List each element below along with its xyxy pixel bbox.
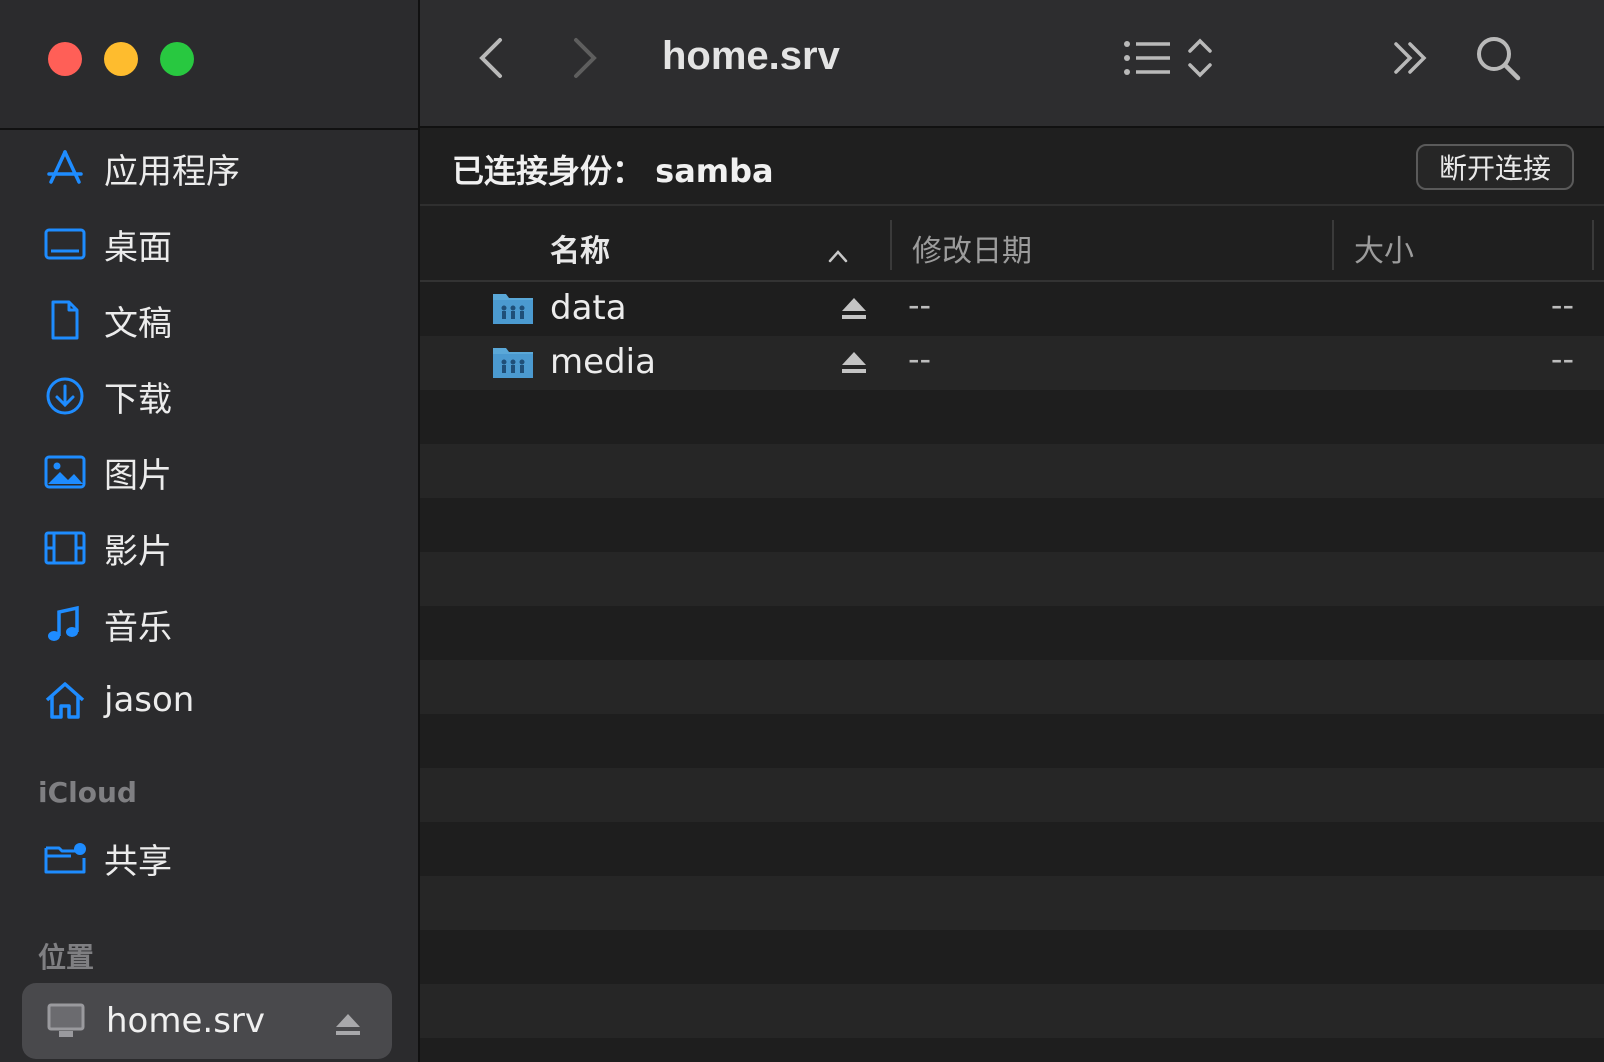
eject-icon[interactable] <box>334 1007 362 1035</box>
sidebar-item-label: 图片 <box>104 455 172 496</box>
empty-row <box>420 606 1604 660</box>
file-modified: -- <box>908 340 932 378</box>
column-modified[interactable]: 修改日期 <box>912 226 1032 270</box>
file-name: data <box>550 288 627 328</box>
sidebar-item-applications[interactable]: 应用程序 <box>0 130 420 206</box>
empty-row <box>420 498 1604 552</box>
search-icon <box>1477 37 1521 81</box>
column-divider[interactable] <box>1332 220 1334 270</box>
table-row[interactable]: data -- -- <box>420 282 1604 336</box>
empty-row <box>420 444 1604 498</box>
sidebar: 应用程序 桌面 文稿 下载 图片 影片 音乐 jason iCloud 共享 位… <box>0 0 420 1062</box>
file-name: media <box>550 342 656 382</box>
back-button[interactable] <box>472 36 512 80</box>
music-icon <box>42 601 88 647</box>
connection-bar: 已连接身份： samba 断开连接 <box>420 128 1604 206</box>
sidebar-item-desktop[interactable]: 桌面 <box>0 206 420 282</box>
more-toolbar-button[interactable] <box>1390 38 1430 78</box>
file-size: -- <box>1550 286 1574 324</box>
empty-row <box>420 876 1604 930</box>
sidebar-item-downloads[interactable]: 下载 <box>0 358 420 434</box>
home-icon <box>42 677 88 723</box>
empty-row <box>420 552 1604 606</box>
empty-row <box>420 822 1604 876</box>
main-pane: home.srv 已连接身份： samba 断开连接 名称 修改日期 大小 da… <box>420 0 1604 1062</box>
movies-icon <box>42 525 88 571</box>
applications-icon <box>42 145 88 191</box>
sidebar-item-home-srv[interactable]: home.srv <box>22 983 392 1059</box>
sidebar-item-shared[interactable]: 共享 <box>0 820 462 896</box>
connected-as-text: 已连接身份： samba <box>452 152 774 190</box>
icloud-section-label: iCloud <box>38 776 137 809</box>
sidebar-item-music[interactable]: 音乐 <box>0 586 420 662</box>
file-size: -- <box>1550 340 1574 378</box>
sidebar-item-label: 影片 <box>104 531 172 572</box>
minimize-window-button[interactable] <box>104 42 138 76</box>
empty-row <box>420 768 1604 822</box>
locations-section-label: 位置 <box>38 941 95 974</box>
chevron-right-icon <box>574 38 597 78</box>
column-name[interactable]: 名称 <box>550 226 610 270</box>
forward-button[interactable] <box>564 36 604 80</box>
sidebar-item-label: 音乐 <box>104 607 172 648</box>
search-button[interactable] <box>1474 34 1522 82</box>
zoom-window-button[interactable] <box>160 42 194 76</box>
desktop-icon <box>42 221 88 267</box>
eject-icon[interactable] <box>840 296 868 322</box>
column-divider[interactable] <box>1592 220 1594 270</box>
chevron-left-icon <box>479 38 502 78</box>
disconnect-button[interactable]: 断开连接 <box>1416 144 1574 190</box>
sort-ascending-icon[interactable] <box>828 236 848 263</box>
sidebar-item-home[interactable]: jason <box>0 662 420 738</box>
empty-row <box>420 714 1604 768</box>
list-view-icon <box>1124 38 1212 78</box>
close-window-button[interactable] <box>48 42 82 76</box>
chevron-double-right-icon <box>1394 42 1427 74</box>
sidebar-item-documents[interactable]: 文稿 <box>0 282 420 358</box>
sidebar-item-label: 桌面 <box>104 227 172 268</box>
file-modified: -- <box>908 286 932 324</box>
download-icon <box>42 373 88 419</box>
document-icon <box>42 297 88 343</box>
sidebar-item-label: jason <box>104 680 195 720</box>
empty-row <box>420 390 1604 444</box>
sidebar-item-label: 共享 <box>104 841 172 882</box>
sidebar-item-label: 文稿 <box>104 303 172 344</box>
column-size[interactable]: 大小 <box>1354 226 1414 270</box>
empty-row <box>420 930 1604 984</box>
sidebar-item-label: 应用程序 <box>104 151 240 192</box>
pictures-icon <box>42 449 88 495</box>
sidebar-item-label: home.srv <box>106 1001 266 1041</box>
file-list: data -- -- media -- -- <box>420 282 1604 1062</box>
column-divider[interactable] <box>890 220 892 270</box>
network-folder-icon <box>492 344 534 380</box>
shared-folder-icon <box>42 835 88 881</box>
sidebar-item-pictures[interactable]: 图片 <box>0 434 420 510</box>
network-folder-icon <box>492 290 534 326</box>
window-controls <box>48 42 194 76</box>
empty-row <box>420 984 1604 1038</box>
table-row[interactable]: media -- -- <box>420 336 1604 390</box>
toolbar: home.srv <box>420 0 1604 128</box>
computer-icon <box>46 1001 86 1041</box>
empty-row <box>420 1038 1604 1062</box>
column-header: 名称 修改日期 大小 <box>420 206 1604 282</box>
sidebar-item-label: 下载 <box>104 379 172 420</box>
empty-row <box>420 660 1604 714</box>
window-title: home.srv <box>662 34 840 78</box>
view-options-button[interactable] <box>1122 36 1222 80</box>
sidebar-item-movies[interactable]: 影片 <box>0 510 420 586</box>
favorites-list: 应用程序 桌面 文稿 下载 图片 影片 音乐 jason <box>0 130 420 738</box>
eject-icon[interactable] <box>840 350 868 376</box>
